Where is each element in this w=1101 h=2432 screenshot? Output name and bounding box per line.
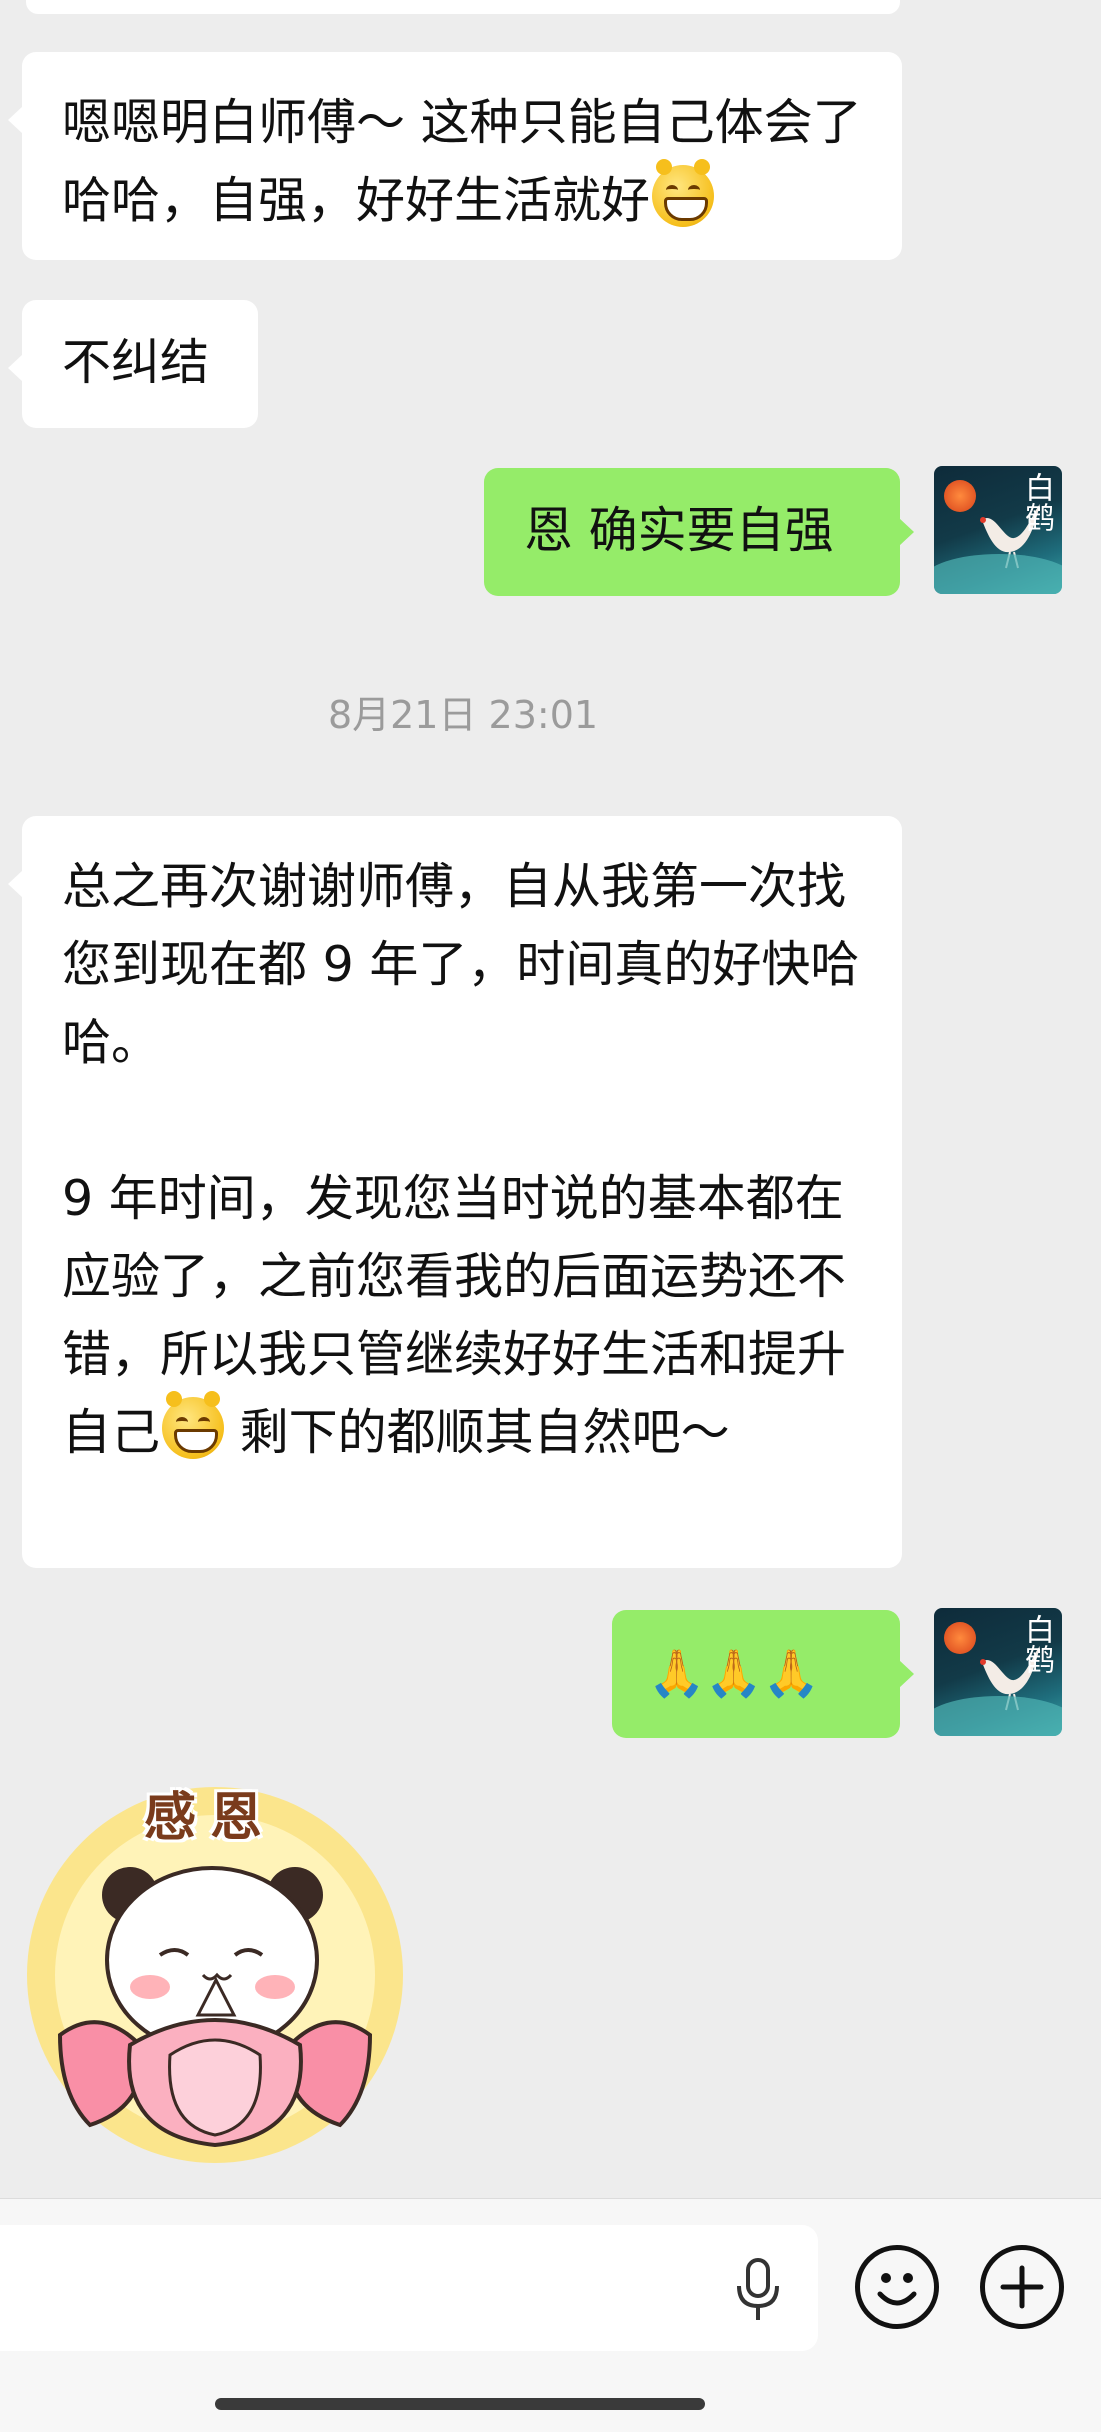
message-input[interactable] [0,2225,818,2351]
message-timestamp: 8月21日 23:01 [327,693,599,737]
user-avatar[interactable]: 白鹤 [934,1608,1062,1736]
message-text: 不纠结 [62,334,210,391]
sticker-label: 感恩 [143,1788,276,1848]
praying-hands-emoji: 🙏🙏🙏 [648,1646,820,1700]
emoji-face-icon [877,2273,917,2306]
avatar-text: 白鹤 [1019,1614,1054,1674]
message-text: 嗯嗯明白师傅～ 这种只能自己体会了哈哈，自强，好好生活就好 [62,94,862,229]
outgoing-message-bubble[interactable]: 恩 确实要自强 [484,468,914,596]
message-text-after: 剩下的都顺其自然吧～ [224,1404,730,1461]
wave-decoration [934,1696,1062,1736]
wave-decoration [934,554,1062,594]
message-text: 总之再次谢谢师傅，自从我第一次找您到现在都 9 年了，时间真的好快哈哈。 9 年… [62,858,860,1461]
incoming-message-bubble[interactable]: 嗯嗯明白师傅～ 这种只能自己体会了哈哈，自强，好好生活就好 [8,52,902,260]
message-text: 恩 确实要自强 [524,502,834,559]
grinning-cat-emoji-icon [162,1391,225,1459]
plus-icon [1000,2265,1044,2309]
grinning-cat-emoji-icon [652,159,715,227]
plus-button[interactable] [980,2245,1064,2329]
sun-icon [944,480,976,512]
home-indicator[interactable] [215,2398,705,2410]
incoming-message-bubble[interactable]: 不纠结 [8,300,258,428]
outgoing-message-bubble[interactable]: 🙏🙏🙏 [612,1610,914,1738]
emoji-button[interactable] [855,2245,939,2329]
user-avatar[interactable]: 白鹤 [934,466,1062,594]
incoming-message-bubble[interactable]: 总之再次谢谢师傅，自从我第一次找您到现在都 9 年了，时间真的好快哈哈。 9 年… [8,816,902,1568]
avatar-text: 白鹤 [1019,472,1054,532]
sun-icon [944,1622,976,1654]
previous-message-bubble-edge [26,0,900,14]
microphone-icon[interactable] [735,2258,781,2322]
